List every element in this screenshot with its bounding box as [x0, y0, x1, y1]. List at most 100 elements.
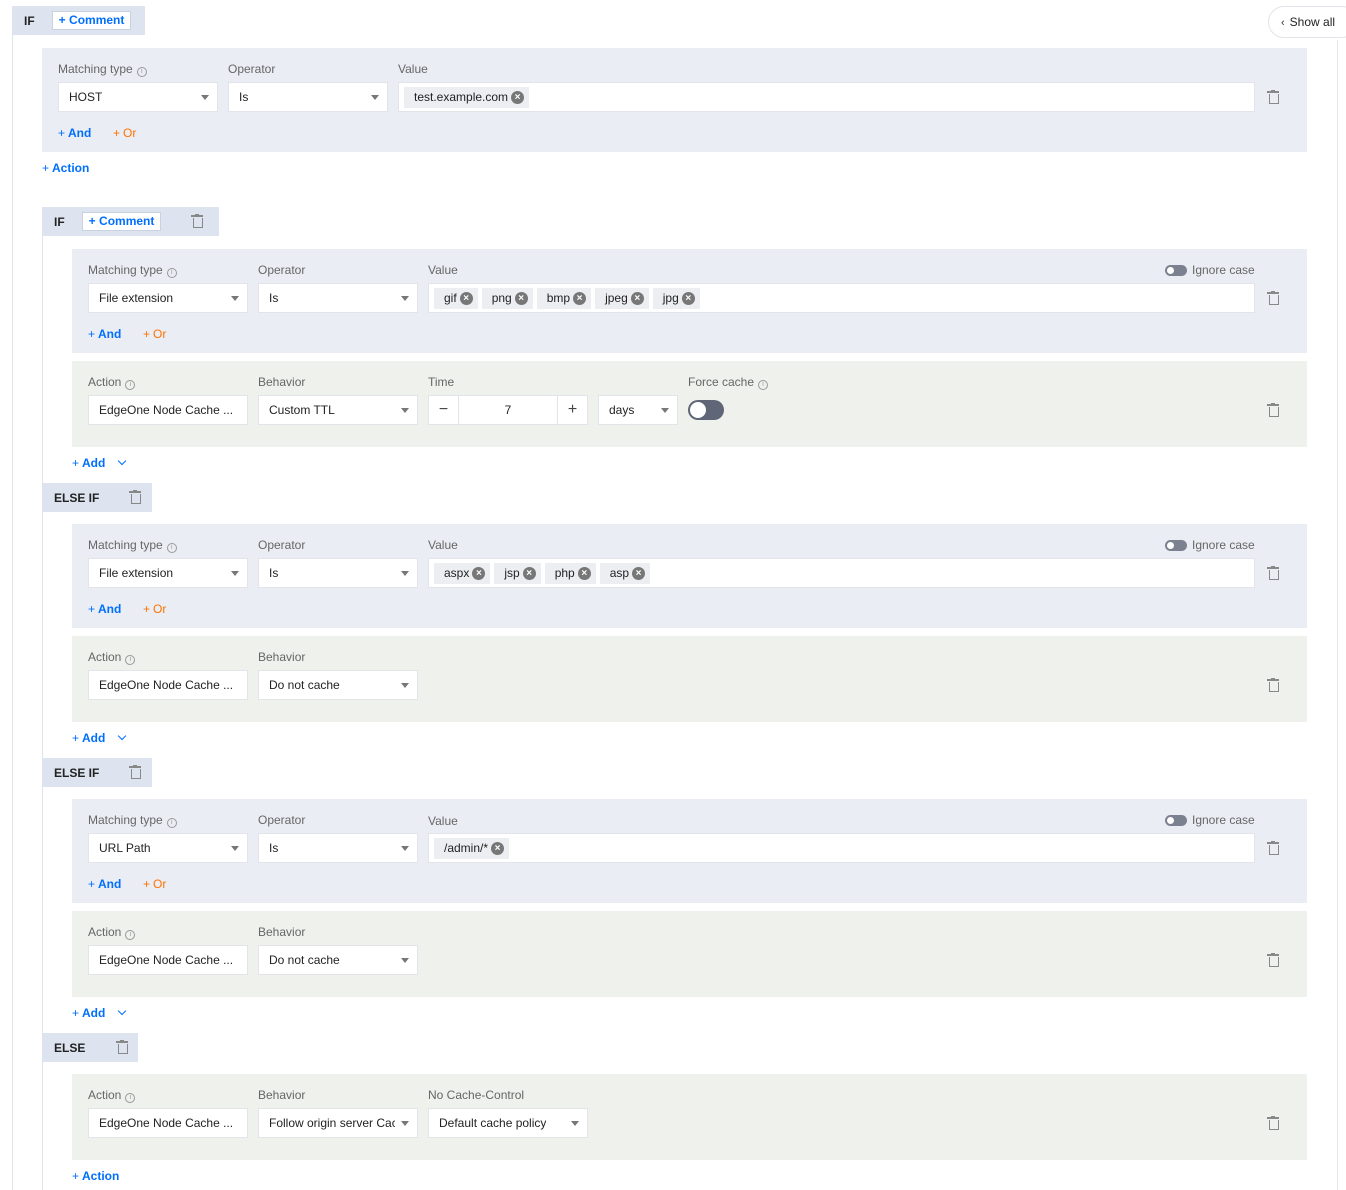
info-icon: i — [125, 1093, 136, 1103]
add-dropdown-link[interactable]: + Add — [72, 456, 127, 470]
action-select[interactable]: EdgeOne Node Cache ... — [88, 945, 248, 975]
matching-type-select[interactable]: HOST — [58, 82, 218, 112]
branch1-condition-panel: Matching type i Operator Value Ignore cas… — [72, 249, 1307, 353]
add-dropdown-link[interactable]: + Add — [72, 731, 127, 745]
value-input[interactable]: gif × png × bmp × jpeg × jpg × — [428, 283, 1255, 313]
remove-tag-icon[interactable]: × — [630, 291, 644, 305]
remove-tag-icon[interactable]: × — [573, 291, 587, 305]
behavior-select[interactable]: Custom TTL — [258, 395, 418, 425]
value-input[interactable]: /admin/* × — [428, 833, 1255, 863]
add-dropdown-link[interactable]: + Add — [72, 1006, 127, 1020]
info-icon: i — [125, 930, 136, 940]
ignore-case-toggle[interactable] — [1165, 815, 1187, 826]
delete-action-button[interactable] — [1267, 1116, 1279, 1132]
add-action-link[interactable]: + Action — [42, 161, 89, 175]
operator-select[interactable]: Is — [258, 558, 418, 588]
add-and-condition-link[interactable]: + And — [88, 327, 121, 341]
delete-condition-button[interactable] — [1267, 291, 1279, 307]
value-input[interactable]: aspx × jsp × php × asp × — [428, 558, 1255, 588]
add-or-condition-link[interactable]: + Or — [143, 602, 166, 616]
add-and-condition-link[interactable]: + And — [58, 126, 91, 140]
matching-type-label: Matching type i — [88, 263, 177, 278]
add-action-link[interactable]: + Action — [72, 1169, 119, 1183]
else-if-header: ELSE IF — [42, 758, 152, 787]
delete-condition-button[interactable] — [1267, 90, 1279, 106]
remove-tag-icon[interactable]: × — [681, 291, 695, 305]
remove-tag-icon[interactable]: × — [522, 566, 536, 580]
info-icon: i — [136, 67, 147, 77]
caret-down-icon — [231, 846, 239, 851]
remove-tag-icon[interactable]: × — [577, 566, 591, 580]
ignore-case-toggle[interactable] — [1165, 540, 1187, 551]
else-if-keyword: ELSE IF — [54, 765, 100, 780]
behavior-select[interactable]: Do not cache — [258, 945, 418, 975]
no-cache-control-select[interactable]: Default cache policy — [428, 1108, 588, 1138]
value-tag: test.example.com × — [404, 86, 530, 108]
time-unit-select[interactable]: days — [598, 395, 678, 425]
delete-action-button[interactable] — [1267, 678, 1279, 694]
delete-condition-button[interactable] — [1267, 841, 1279, 857]
operator-select[interactable]: Is — [258, 283, 418, 313]
matching-type-select[interactable]: File extension — [88, 283, 248, 313]
delete-branch-button[interactable] — [116, 1039, 129, 1056]
add-and-condition-link[interactable]: + And — [88, 877, 121, 891]
value-tag: bmp × — [536, 287, 592, 309]
behavior-label: Behavior — [258, 925, 306, 939]
delete-branch-button[interactable] — [129, 489, 142, 506]
behavior-label: Behavior — [258, 375, 306, 389]
trash-icon — [1267, 1116, 1279, 1130]
value-input[interactable]: test.example.com × — [398, 82, 1255, 112]
action-label: Action i — [88, 650, 136, 665]
left-rail — [12, 34, 13, 1190]
remove-tag-icon[interactable]: × — [514, 291, 528, 305]
value-tag: aspx × — [434, 562, 491, 584]
caret-down-icon — [401, 846, 409, 851]
operator-label: Operator — [258, 538, 306, 552]
time-value[interactable]: 7 — [458, 396, 558, 424]
info-icon: i — [166, 268, 177, 278]
ignore-case-toggle[interactable] — [1165, 265, 1187, 276]
delete-action-button[interactable] — [1267, 403, 1279, 419]
trash-icon — [1267, 90, 1279, 104]
add-or-condition-link[interactable]: + Or — [143, 327, 166, 341]
branch1-action-panel: Action i Behavior Time Force cache i EdgeO… — [72, 361, 1307, 447]
behavior-select[interactable]: Do not cache — [258, 670, 418, 700]
branch3-condition-panel: Matching type i Operator Value Ignore cas… — [72, 799, 1307, 903]
delete-branch-button[interactable] — [129, 764, 142, 781]
info-icon: i — [758, 380, 769, 390]
if-keyword: IF — [24, 13, 35, 28]
add-comment-button[interactable]: + Comment — [81, 212, 162, 231]
caret-down-icon — [401, 683, 409, 688]
remove-tag-icon[interactable]: × — [472, 566, 486, 580]
add-and-condition-link[interactable]: + And — [88, 602, 121, 616]
action-select[interactable]: EdgeOne Node Cache ... — [88, 1108, 248, 1138]
delete-branch-button[interactable] — [191, 213, 204, 230]
operator-select[interactable]: Is — [228, 82, 388, 112]
decrement-button[interactable]: − — [429, 396, 458, 424]
force-cache-toggle[interactable] — [688, 400, 724, 420]
caret-down-icon — [201, 95, 209, 100]
matching-type-select[interactable]: File extension — [88, 558, 248, 588]
value-tag: asp × — [599, 562, 651, 584]
matching-type-select[interactable]: URL Path — [88, 833, 248, 863]
delete-action-button[interactable] — [1267, 953, 1279, 969]
add-comment-button[interactable]: + Comment — [51, 11, 132, 30]
remove-tag-icon[interactable]: × — [511, 90, 525, 104]
delete-condition-button[interactable] — [1267, 566, 1279, 582]
operator-label: Operator — [258, 263, 306, 277]
value-tag: jpg × — [652, 287, 700, 309]
action-select[interactable]: EdgeOne Node Cache ... — [88, 395, 248, 425]
increment-button[interactable]: + — [558, 396, 587, 424]
action-select[interactable]: EdgeOne Node Cache ... — [88, 670, 248, 700]
add-or-condition-link[interactable]: + Or — [143, 877, 166, 891]
show-all-button[interactable]: ‹ Show all — [1268, 6, 1346, 38]
operator-select[interactable]: Is — [258, 833, 418, 863]
time-stepper[interactable]: − 7 + — [428, 395, 588, 425]
remove-tag-icon[interactable]: × — [459, 291, 473, 305]
remove-tag-icon[interactable]: × — [491, 841, 505, 855]
outer-condition-panel: Matching type i Operator Value HOST Is te… — [42, 48, 1307, 152]
remove-tag-icon[interactable]: × — [632, 566, 646, 580]
behavior-select[interactable]: Follow origin server Cac — [258, 1108, 418, 1138]
caret-down-icon — [401, 296, 409, 301]
add-or-condition-link[interactable]: + Or — [113, 126, 136, 140]
